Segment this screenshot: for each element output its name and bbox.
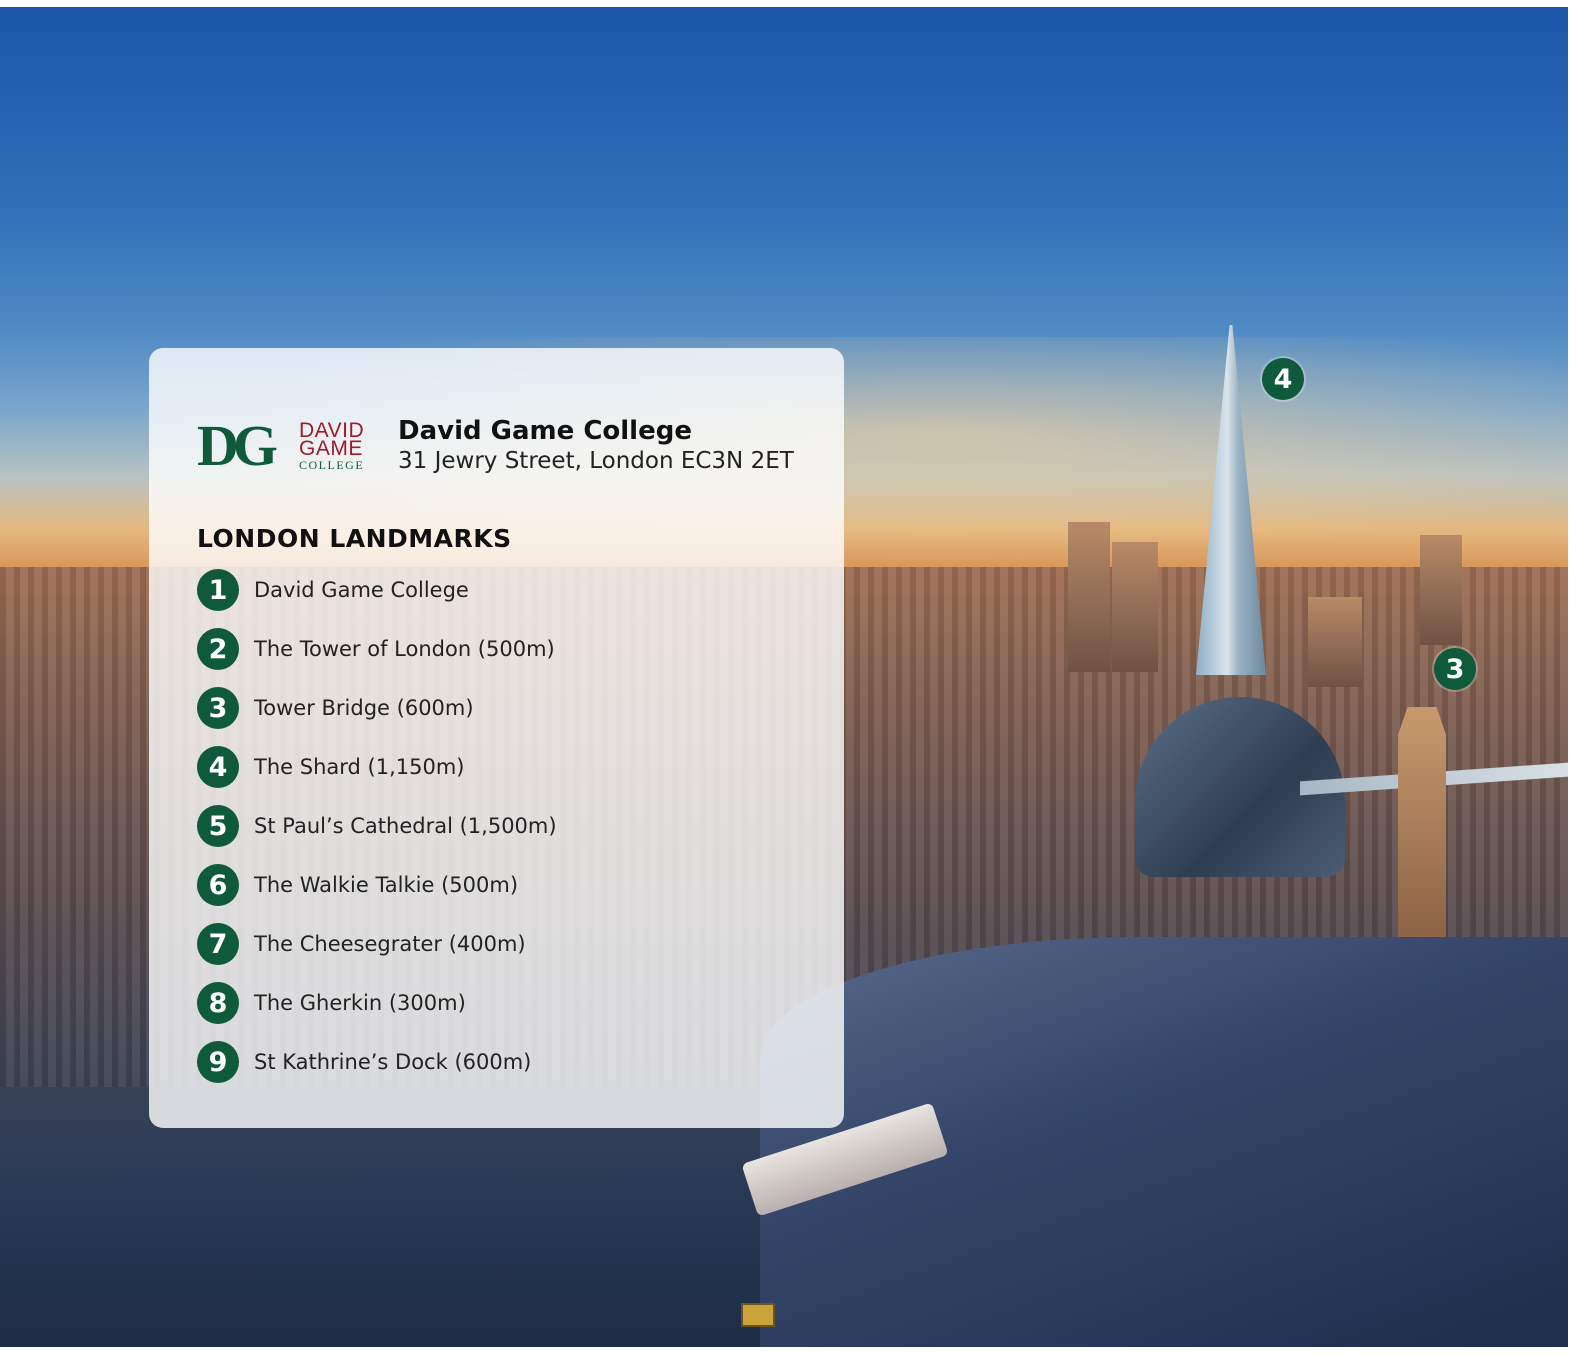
landmark-number-badge: 7	[197, 923, 239, 965]
logo-monogram: DG	[197, 413, 278, 478]
landmark-label: The Walkie Talkie (500m)	[254, 873, 519, 897]
landmark-list: 1 David Game College 2 The Tower of Lond…	[197, 569, 557, 1100]
landmark-label: David Game College	[254, 578, 469, 602]
landmark-item: 5 St Paul’s Cathedral (1,500m)	[197, 805, 557, 847]
office-tower	[1420, 535, 1462, 645]
landmarks-card: DG DAVID GAME COLLEGE David Game College…	[149, 348, 844, 1128]
landmark-number-badge: 9	[197, 1041, 239, 1083]
landmark-label: The Tower of London (500m)	[254, 637, 555, 661]
landmark-number-badge: 3	[197, 687, 239, 729]
tower-bridge-tower	[1398, 707, 1446, 937]
logo-word-college: COLLEGE	[299, 458, 365, 472]
landmark-number-badge: 6	[197, 864, 239, 906]
landmark-item: 8 The Gherkin (300m)	[197, 982, 557, 1024]
landmark-number-badge: 5	[197, 805, 239, 847]
office-tower	[1112, 542, 1158, 672]
landmark-item: 3 Tower Bridge (600m)	[197, 687, 557, 729]
landmark-item: 4 The Shard (1,150m)	[197, 746, 557, 788]
college-address: 31 Jewry Street, London EC3N 2ET	[398, 448, 794, 474]
logo-wordmark: DAVID GAME COLLEGE	[299, 420, 379, 472]
landmark-item: 6 The Walkie Talkie (500m)	[197, 864, 557, 906]
landmark-label: St Kathrine’s Dock (600m)	[254, 1050, 532, 1074]
landmark-item: 7 The Cheesegrater (400m)	[197, 923, 557, 965]
logo-word-game: GAME	[299, 437, 363, 460]
landmark-label: The Cheesegrater (400m)	[254, 932, 526, 956]
landmark-number-badge: 4	[197, 746, 239, 788]
office-tower	[1308, 597, 1362, 687]
office-tower	[1068, 522, 1110, 672]
landmark-item: 9 St Kathrine’s Dock (600m)	[197, 1041, 557, 1083]
landmark-item: 1 David Game College	[197, 569, 557, 611]
landmark-label: St Paul’s Cathedral (1,500m)	[254, 814, 557, 838]
landmark-label: The Shard (1,150m)	[254, 755, 465, 779]
photo-marker-tower-bridge: 3	[1434, 648, 1476, 690]
landmark-number-badge: 8	[197, 982, 239, 1024]
college-name: David Game College	[398, 416, 692, 446]
landmark-label: Tower Bridge (600m)	[254, 696, 474, 720]
landmarks-heading: LONDON LANDMARKS	[197, 524, 512, 553]
photo-marker-shard: 4	[1262, 358, 1304, 400]
landmark-number-badge: 2	[197, 628, 239, 670]
landmark-item: 2 The Tower of London (500m)	[197, 628, 557, 670]
college-logo: DG DAVID GAME COLLEGE	[197, 413, 372, 478]
landmark-label: The Gherkin (300m)	[254, 991, 466, 1015]
floating-marker	[741, 1303, 775, 1327]
landmark-number-badge: 1	[197, 569, 239, 611]
